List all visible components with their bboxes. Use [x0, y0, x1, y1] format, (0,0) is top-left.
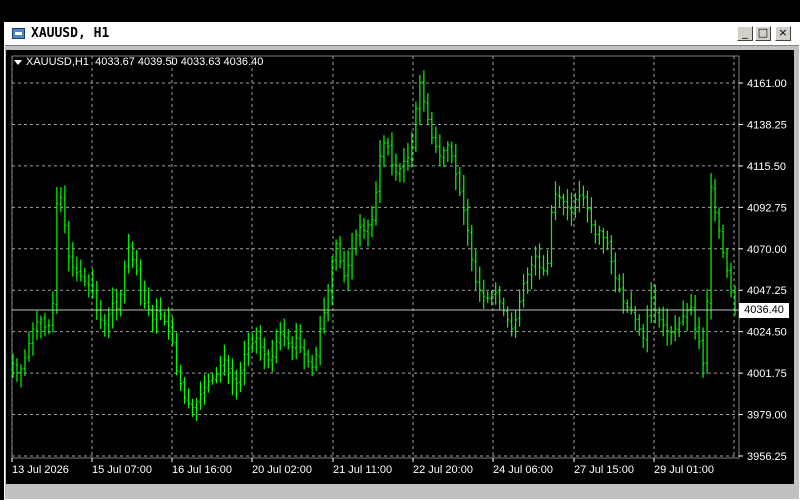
time-tick-label: 21 Jul 11:00	[333, 464, 392, 476]
price-chart[interactable]: 4161.00 4138.25 4115.50 4092.75 4070.00 4047.…	[6, 50, 794, 484]
price-tick-label: 4047.25	[747, 285, 787, 297]
time-tick-label: 15 Jul 07:00	[92, 464, 152, 476]
minimize-button[interactable]: _	[737, 26, 753, 41]
current-price-label: 4036.40	[739, 302, 789, 318]
symbol-name: XAUUSD,H1	[26, 56, 89, 68]
price-tick-label: 4024.50	[747, 327, 787, 339]
time-tick-label: 16 Jul 16:00	[172, 464, 232, 476]
time-tick-label: 29 Jul 01:00	[654, 464, 714, 476]
price-chart-svg[interactable]: 4161.00 4138.25 4115.50 4092.75 4070.00 4047.…	[6, 50, 794, 484]
time-tick-label: 27 Jul 15:00	[574, 464, 634, 476]
maximize-button[interactable]: □	[755, 26, 771, 41]
price-tick-label: 4070.00	[747, 244, 787, 256]
time-tick-label: 22 Jul 20:00	[413, 464, 473, 476]
chart-window-icon	[12, 28, 25, 39]
time-tick-label: 24 Jul 06:00	[493, 464, 553, 476]
time-tick-label: 13 Jul 2026	[12, 464, 69, 476]
dropdown-triangle-icon[interactable]	[14, 59, 22, 65]
time-tick-label: 20 Jul 02:00	[252, 464, 312, 476]
price-tick-label: 4161.00	[747, 78, 787, 90]
window-title: XAUUSD, H1	[31, 26, 110, 41]
price-tick-label: 4115.50	[747, 161, 786, 173]
price-tick-label: 4092.75	[747, 202, 787, 214]
close-button[interactable]: ×	[775, 26, 791, 41]
plot-frame	[11, 55, 740, 459]
price-tick-label: 4138.25	[747, 119, 787, 131]
price-tick-label: 4001.75	[747, 368, 787, 380]
ohlc-values: 4033.67 4039.50 4033.63 4036.40	[95, 56, 264, 68]
symbol-header: XAUUSD,H1 4033.67 4039.50 4033.63 4036.4…	[14, 56, 263, 68]
price-tick-label: 3956.25	[747, 451, 787, 463]
price-tick-label: 3979.00	[747, 410, 787, 422]
window-titlebar[interactable]: XAUUSD, H1 _ □ ×	[5, 23, 799, 46]
